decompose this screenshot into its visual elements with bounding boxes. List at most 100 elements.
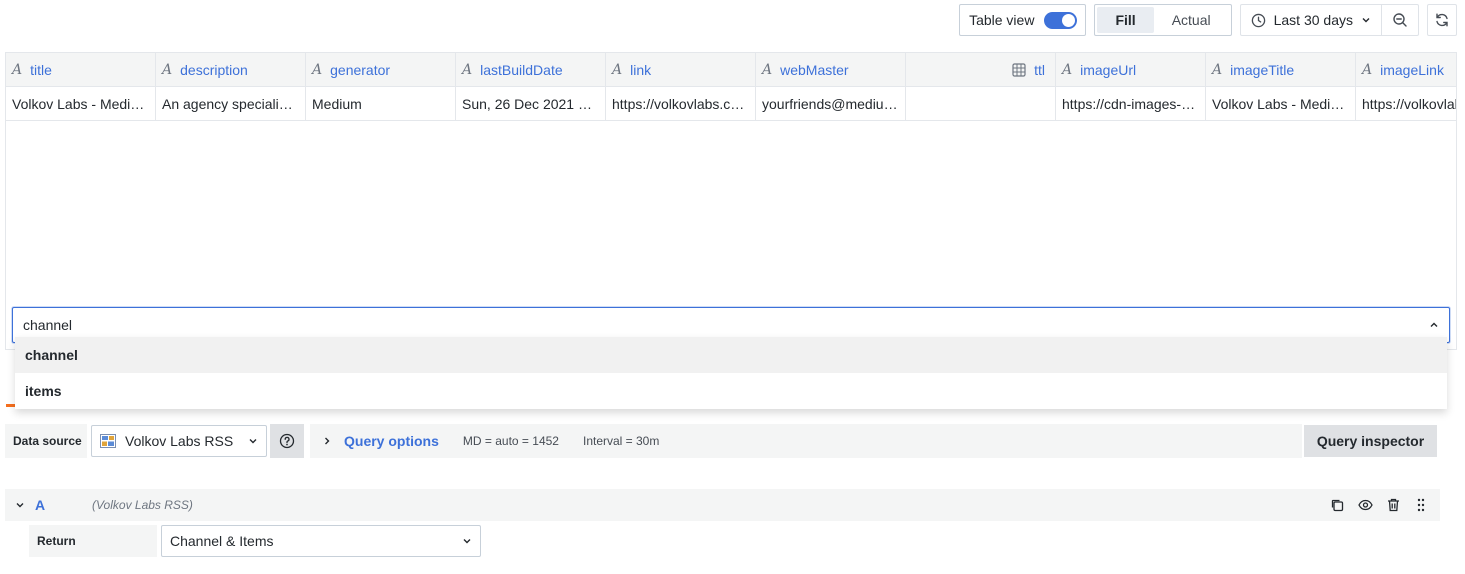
column-header-imageTitle[interactable]: AimageTitle <box>1206 53 1356 86</box>
cell-text: Volkov Labs - Medium <box>12 95 149 112</box>
actual-option[interactable]: Actual <box>1154 7 1229 33</box>
query-ref-id[interactable]: A <box>35 497 92 513</box>
time-picker-group: Last 30 days <box>1239 4 1419 36</box>
cell-text: Sun, 26 Dec 2021 22:00:00 GMT <box>462 95 599 112</box>
string-type-icon: A <box>462 61 473 78</box>
column-header-generator[interactable]: Agenerator <box>306 53 456 86</box>
zoom-out-icon <box>1393 13 1407 27</box>
refresh-icon <box>1436 13 1448 27</box>
clock-icon <box>1251 13 1265 27</box>
column-header-label: webMaster <box>780 61 849 78</box>
column-header-label: imageUrl <box>1080 61 1137 78</box>
column-header-ttl[interactable]: ttl <box>906 53 1056 86</box>
column-header-imageUrl[interactable]: AimageUrl <box>1056 53 1206 86</box>
time-range-label: Last 30 days <box>1273 12 1353 28</box>
return-select-value: Channel & Items <box>170 533 274 549</box>
cell-text: Volkov Labs - Medium <box>1212 95 1349 112</box>
duplicate-query-button[interactable] <box>1328 496 1346 514</box>
table-cell-imageLink[interactable]: https://volkovlabs.com <box>1356 87 1456 120</box>
column-header-description[interactable]: Adescription <box>156 53 306 86</box>
dropdown-option-channel[interactable]: channel <box>15 337 1447 373</box>
table-view-toggle[interactable]: Table view <box>959 4 1087 36</box>
table-cell-webMaster[interactable]: yourfriends@medium.com <box>756 87 906 120</box>
query-row-actions <box>1328 496 1440 514</box>
column-header-label: generator <box>330 61 391 78</box>
cell-text: https://volkovlabs.com <box>1362 95 1456 112</box>
column-header-title[interactable]: Atitle <box>6 53 156 86</box>
interval-text: Interval = 30m <box>582 434 660 448</box>
cell-text: yourfriends@medium.com <box>762 95 899 112</box>
chevron-down-icon <box>16 503 24 508</box>
column-header-link[interactable]: Alink <box>606 53 756 86</box>
column-header-label: lastBuildDate <box>480 61 563 78</box>
query-options-spacer <box>669 424 1302 458</box>
column-header-webMaster[interactable]: AwebMaster <box>756 53 906 86</box>
query-options-toggle[interactable]: Query options MD = auto = 1452 Interval … <box>310 424 670 458</box>
toggle-query-visibility-button[interactable] <box>1356 496 1374 514</box>
return-label: Return <box>29 525 157 557</box>
query-row-header: A (Volkov Labs RSS) <box>5 489 1440 521</box>
trash-icon <box>1387 498 1399 512</box>
data-source-picker[interactable]: Volkov Labs RSS <box>91 425 267 457</box>
chevron-up-icon <box>1430 322 1438 327</box>
time-range-button[interactable]: Last 30 days <box>1241 5 1381 35</box>
table-cell-link[interactable]: https://volkovlabs.com <box>606 87 756 120</box>
data-source-name: Volkov Labs RSS <box>125 433 234 449</box>
string-type-icon: A <box>12 61 23 78</box>
table-view-label: Table view <box>969 12 1035 28</box>
column-header-imageLink[interactable]: AimageLink <box>1356 53 1456 86</box>
frame-dropdown-menu: channel items <box>15 337 1447 409</box>
rss-datasource-icon <box>100 434 116 448</box>
collapse-query-button[interactable] <box>5 500 35 510</box>
string-type-icon: A <box>1362 61 1373 78</box>
table-cell-ttl[interactable] <box>906 87 1056 120</box>
dropdown-option-items[interactable]: items <box>15 373 1447 409</box>
string-type-icon: A <box>162 61 173 78</box>
column-header-label: description <box>180 61 248 78</box>
max-data-points-text: MD = auto = 1452 <box>462 434 559 448</box>
cell-text: https://volkovlabs.com <box>612 95 749 112</box>
string-type-icon: A <box>1062 61 1073 78</box>
chevron-down-icon <box>463 539 471 544</box>
query-options-label: Query options <box>344 433 439 449</box>
refresh-button[interactable] <box>1427 4 1457 36</box>
table-cell-imageTitle[interactable]: Volkov Labs - Medium <box>1206 87 1356 120</box>
query-inspector-button[interactable]: Query inspector <box>1304 425 1437 457</box>
table-view-switch[interactable] <box>1044 11 1078 29</box>
column-header-label: ttl <box>1034 61 1045 78</box>
table-body: Volkov Labs - Medium An agency specializi… <box>6 87 1456 121</box>
column-header-label: imageTitle <box>1230 61 1295 78</box>
cell-text: https://cdn-images-1.medium.com <box>1062 95 1199 112</box>
zoom-out-button[interactable] <box>1381 5 1418 35</box>
table-cell-imageUrl[interactable]: https://cdn-images-1.medium.com <box>1056 87 1206 120</box>
chevron-down-icon <box>1362 18 1370 23</box>
table-header: Atitle Adescription Agenerator AlastBuildDa… <box>6 53 1456 87</box>
column-header-lastBuildDate[interactable]: AlastBuildDate <box>456 53 606 86</box>
remove-query-button[interactable] <box>1384 496 1402 514</box>
drag-handle[interactable] <box>1412 496 1430 514</box>
data-source-help-button[interactable] <box>270 424 304 458</box>
table-cell-generator[interactable]: Medium <box>306 87 456 120</box>
string-type-icon: A <box>1212 61 1223 78</box>
query-bar: Data source Volkov Labs RSS Query option… <box>5 424 1437 458</box>
table-cell-lastBuildDate[interactable]: Sun, 26 Dec 2021 22:00:00 GMT <box>456 87 606 120</box>
string-type-icon: A <box>762 61 773 78</box>
table-cell-description[interactable]: An agency specializing in data analytics <box>156 87 306 120</box>
string-type-icon: A <box>312 61 323 78</box>
column-header-label: title <box>30 61 52 78</box>
data-source-label: Data source <box>5 424 87 458</box>
number-type-icon <box>1012 62 1026 77</box>
eye-icon <box>1357 499 1373 511</box>
cell-text: An agency specializing in data analytics <box>162 95 299 112</box>
frame-select-value: channel <box>23 317 73 333</box>
question-circle-icon <box>279 433 295 449</box>
string-type-icon: A <box>612 61 623 78</box>
chevron-right-icon <box>325 437 330 445</box>
data-table: Atitle Adescription Agenerator AlastBuildDa… <box>5 52 1457 350</box>
column-header-label: link <box>630 61 652 78</box>
fill-actual-group: Fill Actual <box>1094 4 1232 36</box>
fill-option[interactable]: Fill <box>1097 7 1154 33</box>
copy-icon <box>1331 499 1344 512</box>
return-select[interactable]: Channel & Items <box>161 525 481 557</box>
table-cell-title[interactable]: Volkov Labs - Medium <box>6 87 156 120</box>
